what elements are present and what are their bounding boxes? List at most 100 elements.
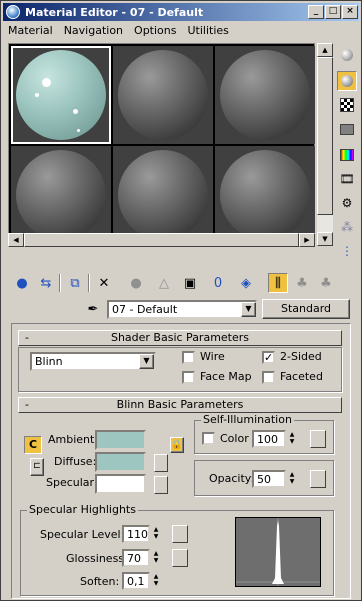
- highlight: [42, 78, 51, 87]
- get-material-icon[interactable]: ●: [12, 273, 32, 293]
- material-sphere: [16, 150, 106, 240]
- sample-slot-6[interactable]: [215, 146, 315, 244]
- glossiness-field[interactable]: 70: [122, 549, 150, 567]
- make-preview-icon[interactable]: 🎞: [337, 169, 357, 189]
- menu-options[interactable]: Options: [129, 22, 182, 40]
- specular-label: Specular:: [46, 476, 98, 489]
- select-by-material-icon[interactable]: ⁂: [337, 217, 357, 237]
- background-checker-icon[interactable]: [337, 95, 357, 115]
- assign-to-selection-icon[interactable]: ⧉: [65, 273, 85, 293]
- opacity-map-button[interactable]: [310, 470, 326, 488]
- options-icon[interactable]: ⚙: [337, 193, 357, 213]
- maximize-button[interactable]: □: [325, 5, 341, 19]
- main-toolbar: ● ⇆ ⧉ ✕ ● △ ▣ 0 ◈ ⫼ ♣ ♣: [8, 271, 360, 297]
- window-title: Material Editor - 07 - Default: [25, 5, 204, 19]
- specular-color-swatch[interactable]: [95, 474, 146, 494]
- reset-map-icon[interactable]: ✕: [94, 273, 114, 293]
- put-to-scene-icon[interactable]: ⇆: [36, 273, 56, 293]
- highlight: [35, 93, 39, 97]
- specular-map-button[interactable]: [154, 476, 168, 494]
- ambient-color-swatch[interactable]: [95, 430, 146, 450]
- title-bar[interactable]: Material Editor - 07 - Default _ □ ×: [3, 3, 359, 21]
- lock-ambient-diffuse-button[interactable]: C: [24, 436, 42, 454]
- show-end-result-icon[interactable]: ⫼: [268, 273, 288, 293]
- self-illum-spinner[interactable]: ▲ ▼: [287, 431, 297, 447]
- self-illum-map-button[interactable]: [310, 430, 326, 448]
- app-icon: [6, 5, 20, 19]
- faceted-checkbox[interactable]: [262, 371, 275, 384]
- material-sphere: [220, 150, 310, 240]
- sample-slots-grid: [8, 43, 315, 246]
- material-sphere: [16, 50, 106, 140]
- video-color-check-icon[interactable]: [337, 145, 357, 165]
- material-map-navigator-icon[interactable]: ⋮: [337, 241, 357, 261]
- glossiness-label: Glossiness:: [66, 552, 128, 565]
- menu-navigation[interactable]: Navigation: [59, 22, 129, 40]
- specular-level-map-button[interactable]: [172, 525, 188, 543]
- menu-bar: Material Navigation Options Utilities: [3, 22, 235, 40]
- glossiness-spinner[interactable]: ▲ ▼: [151, 550, 161, 566]
- lock-diffuse-specular-button[interactable]: ⊏: [30, 458, 44, 476]
- copy-material-icon[interactable]: △: [154, 273, 174, 293]
- material-name-dropdown-button[interactable]: ▼: [241, 302, 256, 317]
- go-forward-to-sibling-icon[interactable]: ♣: [316, 273, 336, 293]
- diffuse-map-button[interactable]: [154, 454, 168, 472]
- blinn-rollout-header[interactable]: - Blinn Basic Parameters: [18, 397, 342, 413]
- shader-dropdown-arrow[interactable]: ▼: [139, 354, 154, 369]
- menu-utilities[interactable]: Utilities: [182, 22, 234, 40]
- sample-slot-5[interactable]: [113, 146, 213, 244]
- material-effects-channel-icon[interactable]: 0: [208, 273, 228, 293]
- self-illum-color-checkbox[interactable]: [202, 432, 215, 445]
- scroll-right-button[interactable]: ▶: [299, 233, 315, 247]
- material-type-button[interactable]: Standard: [262, 299, 350, 319]
- glossiness-map-button[interactable]: [172, 549, 188, 567]
- opacity-value-field[interactable]: 50: [252, 470, 286, 488]
- highlight: [77, 129, 80, 132]
- sample-slot-3[interactable]: [215, 46, 315, 144]
- put-to-library-icon[interactable]: ▣: [180, 273, 200, 293]
- horizontal-scrollbar[interactable]: ◀ ▶: [8, 233, 315, 247]
- make-unique-icon[interactable]: ●: [126, 273, 146, 293]
- material-sphere: [220, 50, 310, 140]
- sample-slot-4[interactable]: [11, 146, 111, 244]
- specular-level-field[interactable]: 110: [122, 525, 150, 543]
- sample-type-sphere-icon[interactable]: [337, 45, 357, 65]
- two-sided-checkbox[interactable]: ✓: [262, 351, 275, 364]
- soften-field[interactable]: 0,1: [122, 572, 150, 590]
- material-name-field[interactable]: 07 - Default: [107, 300, 257, 319]
- menu-material[interactable]: Material: [3, 22, 59, 40]
- specular-level-label: Specular Level:: [40, 528, 125, 541]
- self-illum-value-field[interactable]: 100: [252, 430, 286, 448]
- face-map-label: Face Map: [200, 370, 252, 383]
- highlight-curve: [236, 518, 320, 586]
- two-sided-label: 2-Sided: [280, 350, 322, 363]
- diffuse-color-swatch[interactable]: [95, 452, 146, 472]
- backlight-icon[interactable]: [337, 71, 357, 91]
- soften-spinner[interactable]: ▲ ▼: [151, 573, 161, 589]
- face-map-checkbox[interactable]: [182, 371, 195, 384]
- shader-rollout-header[interactable]: - Shader Basic Parameters: [18, 330, 342, 346]
- wire-label: Wire: [200, 350, 225, 363]
- highlight-curve-graph: [235, 517, 321, 587]
- sample-slot-2[interactable]: [113, 46, 213, 144]
- scroll-thumb[interactable]: [24, 233, 299, 247]
- soften-label: Soften:: [80, 575, 120, 588]
- opacity-spinner[interactable]: ▲ ▼: [287, 471, 297, 487]
- sample-uv-tiling-icon[interactable]: [337, 119, 357, 139]
- close-button[interactable]: ×: [342, 5, 358, 19]
- scroll-up-button[interactable]: ▲: [317, 43, 333, 57]
- toolbar-separator: [59, 274, 61, 292]
- scroll-down-button[interactable]: ▼: [317, 232, 333, 246]
- scroll-left-button[interactable]: ◀: [8, 233, 24, 247]
- show-map-in-viewport-icon[interactable]: ◈: [236, 273, 256, 293]
- shader-type-dropdown[interactable]: Blinn: [30, 352, 156, 371]
- minimize-button[interactable]: _: [308, 5, 324, 19]
- sample-slot-1[interactable]: [11, 46, 111, 144]
- lock-map-icon[interactable]: 🔒: [170, 437, 184, 453]
- pick-material-eyedropper-icon[interactable]: ✒: [83, 299, 103, 319]
- vertical-scrollbar[interactable]: ▲ ▼: [317, 43, 333, 246]
- wire-checkbox[interactable]: [182, 351, 195, 364]
- scroll-thumb[interactable]: [317, 57, 333, 215]
- specular-level-spinner[interactable]: ▲ ▼: [151, 526, 161, 542]
- go-to-parent-icon[interactable]: ♣: [292, 273, 312, 293]
